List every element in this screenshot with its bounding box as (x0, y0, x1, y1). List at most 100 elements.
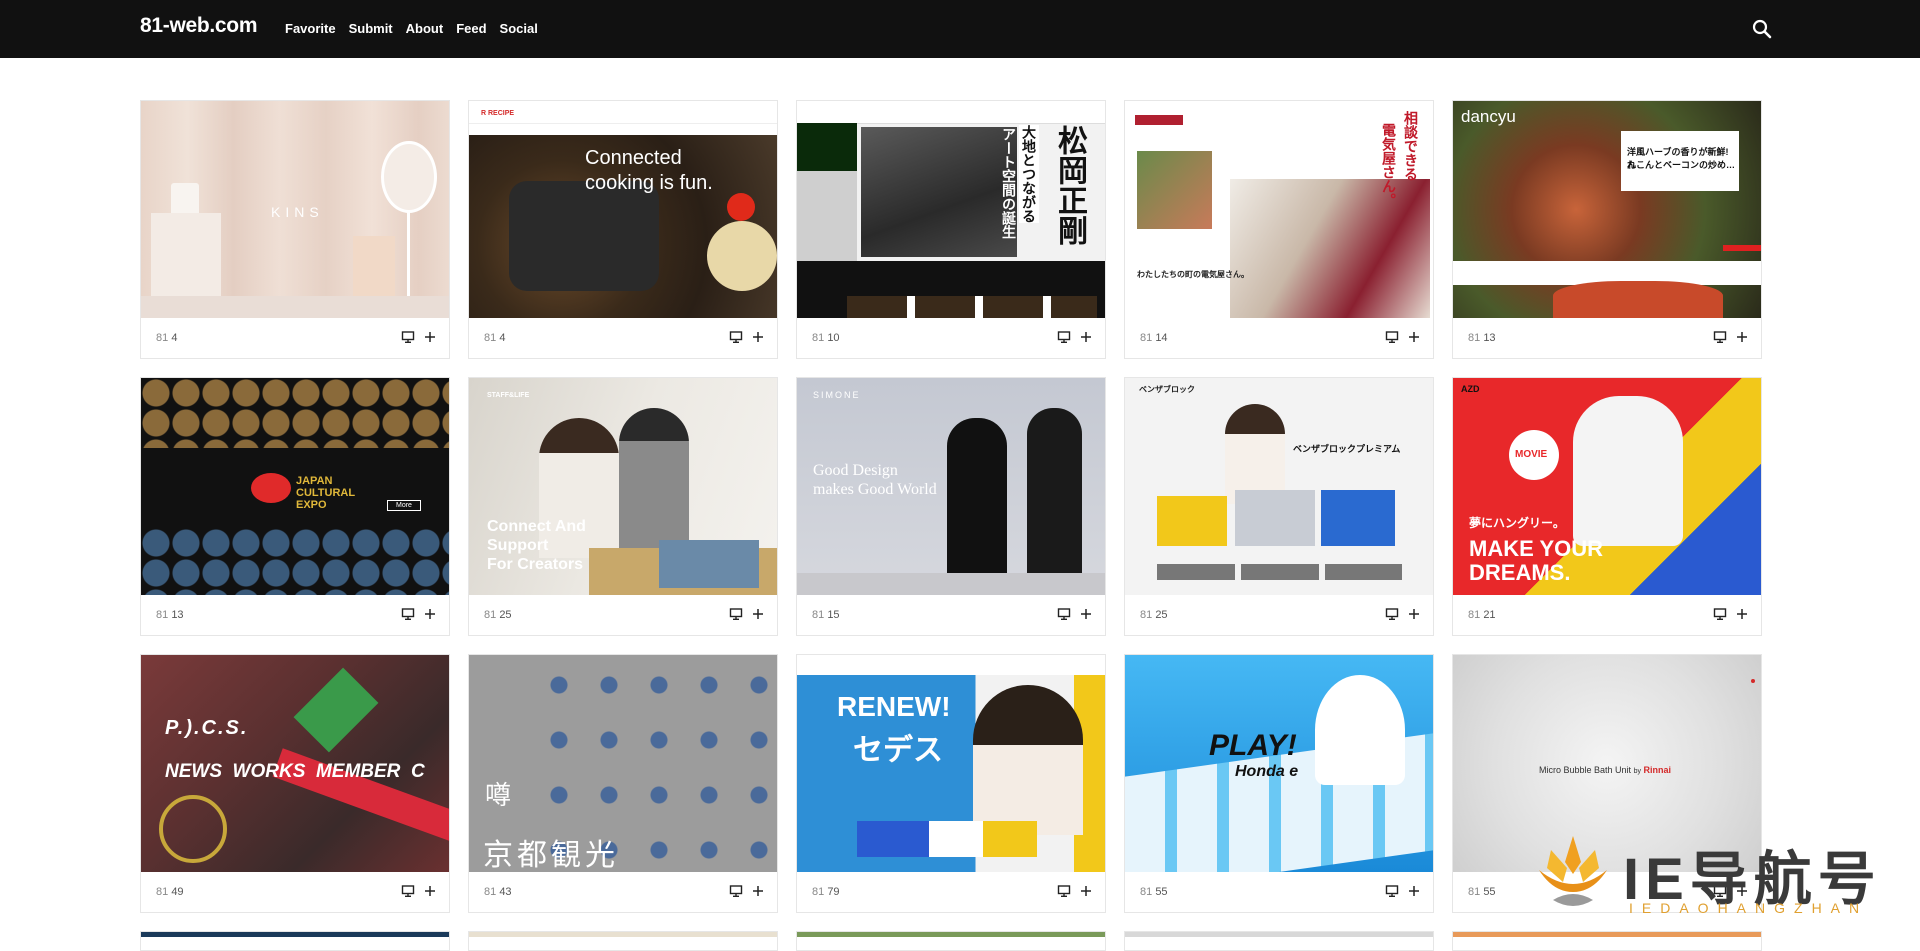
site-card[interactable] (1124, 931, 1434, 951)
plus-icon[interactable] (1079, 607, 1093, 621)
plus-icon[interactable] (751, 330, 765, 344)
site-thumbnail[interactable]: R RECIPE Connected cooking is fun. (469, 101, 777, 318)
monitor-icon[interactable] (401, 607, 415, 621)
card-actions (729, 330, 765, 344)
site-thumbnail[interactable]: SIMONE Good Design makes Good World (797, 378, 1105, 595)
site-thumbnail[interactable] (1125, 932, 1433, 937)
site-card[interactable]: dancyu 洋風ハーブの香りが新鮮!れ んこんとベーコンの炒め… 81 13 (1452, 100, 1762, 359)
hero-line2: makes Good World (813, 481, 937, 498)
site-thumbnail[interactable] (469, 932, 777, 937)
plus-icon[interactable] (1735, 330, 1749, 344)
nav-favorite[interactable]: Favorite (285, 21, 336, 36)
plus-icon[interactable] (1407, 330, 1421, 344)
site-card[interactable]: P.).C.S. NEWS WORKS MEMBER C 81 49 (140, 654, 450, 913)
monitor-icon[interactable] (1057, 884, 1071, 898)
monitor-icon[interactable] (401, 330, 415, 344)
site-card[interactable] (140, 931, 450, 951)
site-thumbnail[interactable]: ベンザブロック ベンザブロックプレミアム (1125, 378, 1433, 595)
coat-1 (947, 418, 1007, 588)
monitor-icon[interactable] (729, 607, 743, 621)
plus-icon[interactable] (1079, 330, 1093, 344)
site-card[interactable]: KINS 81 4 (140, 100, 450, 359)
plus-icon[interactable] (423, 607, 437, 621)
site-thumbnail[interactable]: 相談できる 電気屋さん。 わたしたちの町の電気屋さん。 (1125, 101, 1433, 318)
plus-icon[interactable] (1407, 884, 1421, 898)
site-thumbnail[interactable]: AZD MOVIE 夢にハングリー。 MAKE YOUR DREAMS. (1453, 378, 1761, 595)
score: 81 49 (156, 886, 184, 898)
photo-wall (861, 127, 1017, 257)
site-card[interactable]: R RECIPE Connected cooking is fun. 81 4 (468, 100, 778, 359)
plus-icon[interactable] (423, 884, 437, 898)
site-thumbnail[interactable]: 噂 京都観光 (469, 655, 777, 872)
score: 81 14 (1140, 332, 1168, 344)
hero-title-line1: Connected (585, 147, 682, 169)
title-line2: CULTURAL (296, 487, 356, 499)
site-thumbnail[interactable]: JAPAN CULTURAL EXPO More (141, 378, 449, 595)
monitor-icon[interactable] (1385, 884, 1399, 898)
mirror-stand (407, 211, 410, 306)
product-title: ベンザブロックプレミアム (1293, 444, 1401, 454)
site-card[interactable]: JAPAN CULTURAL EXPO More 81 13 (140, 377, 450, 636)
site-thumbnail[interactable]: PLAY! Honda e (1125, 655, 1433, 872)
card-actions (401, 884, 437, 898)
site-thumbnail[interactable] (797, 932, 1105, 937)
score: 81 55 (1140, 886, 1168, 898)
site-logo[interactable]: 81-web.com (140, 14, 258, 38)
card-actions (1385, 607, 1421, 621)
site-card[interactable] (1452, 931, 1762, 951)
gray-panel (797, 171, 857, 261)
site-thumbnail[interactable] (1453, 932, 1761, 937)
site-card[interactable] (796, 931, 1106, 951)
site-card[interactable]: STAFF&LIFE Connect And Support For Creat… (468, 377, 778, 636)
monitor-icon[interactable] (1057, 607, 1071, 621)
plus-icon[interactable] (1735, 607, 1749, 621)
site-card[interactable]: PLAY! Honda e 81 55 (1124, 654, 1434, 913)
monitor-icon[interactable] (729, 884, 743, 898)
site-card[interactable]: RENEW! セデス 81 79 (796, 654, 1106, 913)
site-card[interactable]: ベンザブロック ベンザブロックプレミアム 81 25 (1124, 377, 1434, 636)
site-card[interactable]: 相談できる 電気屋さん。 わたしたちの町の電気屋さん。 81 14 (1124, 100, 1434, 359)
site-thumbnail[interactable]: RENEW! セデス (797, 655, 1105, 872)
site-thumbnail[interactable] (141, 932, 449, 937)
article-title-2: んこんとベーコンの炒め… (1627, 160, 1736, 170)
plus-icon[interactable] (423, 330, 437, 344)
monitor-icon[interactable] (1385, 607, 1399, 621)
vertical-title-2: 電気屋さん。 (1381, 123, 1397, 207)
card-meta: 81 13 (1453, 318, 1761, 358)
monitor-icon[interactable] (401, 884, 415, 898)
play-circle (727, 193, 755, 221)
cake-tower (1315, 675, 1405, 785)
nav-social[interactable]: Social (500, 21, 538, 36)
plus-icon[interactable] (751, 607, 765, 621)
plus-icon[interactable] (1407, 607, 1421, 621)
watermark-subtitle: IEDAOHANGZHAN (1629, 900, 1869, 916)
site-card[interactable] (468, 931, 778, 951)
card-actions (1713, 330, 1749, 344)
product-box-blue (1321, 490, 1395, 546)
thumb-strip (847, 296, 1097, 318)
monitor-icon[interactable] (729, 330, 743, 344)
site-thumbnail[interactable]: KINS (141, 101, 449, 318)
hero-logo-text: KINS (271, 204, 324, 220)
card-meta: 81 10 (797, 318, 1105, 358)
site-thumbnail[interactable]: P.).C.S. NEWS WORKS MEMBER C (141, 655, 449, 872)
nav-about[interactable]: About (406, 21, 444, 36)
site-thumbnail[interactable]: STAFF&LIFE Connect And Support For Creat… (469, 378, 777, 595)
site-card[interactable]: AZD MOVIE 夢にハングリー。 MAKE YOUR DREAMS. 81 … (1452, 377, 1762, 636)
site-card[interactable]: 松岡正剛 大地とつながる アート空間の誕生 81 10 (796, 100, 1106, 359)
circle-outline (159, 795, 227, 863)
site-thumbnail[interactable]: 松岡正剛 大地とつながる アート空間の誕生 (797, 101, 1105, 318)
monitor-icon[interactable] (1713, 330, 1727, 344)
plus-icon[interactable] (1079, 884, 1093, 898)
monitor-icon[interactable] (1713, 607, 1727, 621)
site-card[interactable]: SIMONE Good Design makes Good World 81 1… (796, 377, 1106, 636)
monitor-icon[interactable] (1385, 330, 1399, 344)
search-button[interactable] (1751, 18, 1773, 40)
nav-feed[interactable]: Feed (456, 21, 486, 36)
plus-icon[interactable] (751, 884, 765, 898)
hero-nav: NEWS WORKS MEMBER C (165, 761, 425, 782)
monitor-icon[interactable] (1057, 330, 1071, 344)
site-thumbnail[interactable]: dancyu 洋風ハーブの香りが新鮮!れ んこんとベーコンの炒め… (1453, 101, 1761, 318)
nav-submit[interactable]: Submit (349, 21, 393, 36)
site-card[interactable]: 噂 京都観光 81 43 (468, 654, 778, 913)
